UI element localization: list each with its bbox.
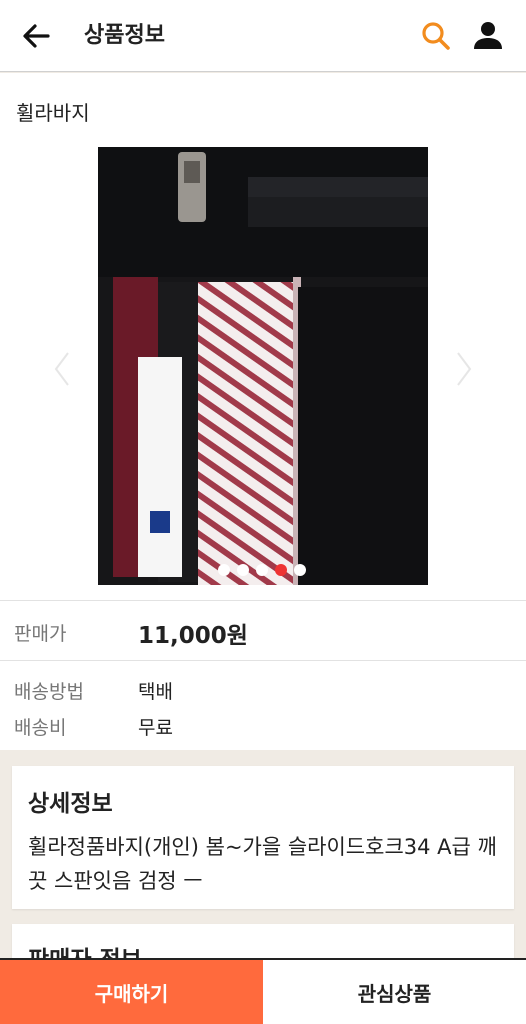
carousel-dot-active[interactable] xyxy=(275,564,287,576)
carousel-dot[interactable] xyxy=(256,564,268,576)
price-row: 판매가 11,000원 xyxy=(0,601,526,661)
price-label: 판매가 xyxy=(14,623,67,645)
carousel-indicator xyxy=(218,564,306,578)
back-button[interactable] xyxy=(18,18,54,54)
carousel-dot[interactable] xyxy=(218,564,230,576)
product-section: 휠라바지 xyxy=(0,73,526,600)
product-photo[interactable] xyxy=(98,147,428,585)
carousel-dot[interactable] xyxy=(294,564,306,576)
page-title: 상품정보 xyxy=(84,23,165,48)
shipping-fee-value: 무료 xyxy=(138,717,173,739)
search-button[interactable] xyxy=(418,18,454,54)
top-app-bar: 상품정보 xyxy=(0,0,526,72)
shipping-fee-label: 배송비 xyxy=(14,717,67,739)
price-value: 11,000원 xyxy=(138,623,248,649)
search-icon xyxy=(422,22,450,50)
product-photo-image xyxy=(98,147,428,585)
product-info: 판매가 11,000원 배송방법 택배 배송비 무료 xyxy=(0,600,526,750)
detail-title: 상세정보 xyxy=(28,791,113,817)
detail-card: 상세정보 휠라정품바지(개인) 봄~가을 슬라이드호크34 A급 깨끗 스판잇음… xyxy=(12,766,514,909)
bottom-action-bar: 구매하기 관심상품 xyxy=(0,958,526,1024)
user-icon xyxy=(474,22,502,49)
shipping-method-label: 배송방법 xyxy=(14,681,84,703)
buy-button[interactable]: 구매하기 xyxy=(0,960,263,1024)
shipping-method-value: 택배 xyxy=(138,681,173,703)
chevron-left-icon xyxy=(54,352,69,386)
detail-body: 휠라정품바지(개인) 봄~가을 슬라이드호크34 A급 깨끗 스판잇음 검정 ㅡ xyxy=(28,835,497,893)
account-button[interactable] xyxy=(470,18,506,54)
chevron-right-icon xyxy=(457,352,472,386)
product-name: 휠라바지 xyxy=(16,101,90,125)
carousel-dot[interactable] xyxy=(237,564,249,576)
carousel-prev-button[interactable] xyxy=(50,349,74,389)
arrow-left-icon xyxy=(23,24,50,48)
carousel-next-button[interactable] xyxy=(452,349,476,389)
wishlist-button[interactable]: 관심상품 xyxy=(263,960,526,1024)
